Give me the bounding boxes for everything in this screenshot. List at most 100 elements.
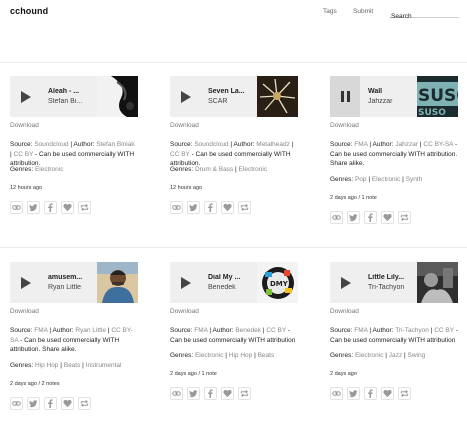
timestamp[interactable]: 12 hours ago: [10, 185, 42, 191]
genre-tag[interactable]: Synth: [406, 176, 423, 183]
nav-tags-link[interactable]: Tags: [323, 8, 337, 15]
reblog-button[interactable]: [398, 387, 411, 400]
track-title[interactable]: Seven La...: [208, 88, 257, 95]
genre-tag[interactable]: Hip Hop: [35, 362, 58, 369]
author-link[interactable]: Ryan Little: [75, 327, 106, 334]
reblog-button[interactable]: [238, 387, 251, 400]
track-artist[interactable]: Benedek: [208, 284, 257, 291]
link-button[interactable]: [10, 396, 23, 410]
genre-tag[interactable]: Electronic: [195, 352, 224, 359]
search-input[interactable]: [389, 10, 459, 23]
author-link[interactable]: Metalheadz: [256, 141, 290, 148]
facebook-button[interactable]: [44, 201, 57, 214]
heart-button[interactable]: [61, 396, 74, 410]
download-link[interactable]: Download: [330, 122, 359, 129]
genre-tag[interactable]: Drum & Bass: [195, 166, 233, 173]
track-artist[interactable]: SCAR: [208, 98, 257, 105]
source-link[interactable]: FMA: [354, 141, 367, 148]
twitter-button[interactable]: [27, 396, 40, 410]
notes-count[interactable]: 2 notes: [42, 381, 60, 387]
timestamp[interactable]: 2 days ago: [10, 381, 37, 387]
nav-submit-link[interactable]: Submit: [353, 8, 373, 15]
heart-button[interactable]: [381, 387, 394, 400]
author-link[interactable]: Benedek: [235, 327, 261, 334]
source-link[interactable]: Soundcloud: [194, 141, 228, 148]
twitter-button[interactable]: [27, 201, 40, 214]
play-button[interactable]: [333, 262, 359, 303]
reblog-button[interactable]: [238, 201, 251, 214]
genre-tag[interactable]: Beats: [64, 362, 81, 369]
facebook-button[interactable]: [364, 210, 377, 224]
link-button[interactable]: [170, 387, 183, 400]
facebook-button[interactable]: [44, 396, 57, 410]
timestamp[interactable]: 2 days ago: [330, 195, 357, 201]
license-link[interactable]: CC BY: [170, 151, 190, 158]
download-link[interactable]: Download: [330, 308, 359, 315]
source-link[interactable]: FMA: [34, 327, 47, 334]
track-title[interactable]: Wall: [368, 88, 417, 95]
track-title[interactable]: Dial My ...: [208, 274, 257, 281]
album-art[interactable]: [417, 262, 458, 303]
track-artist[interactable]: Ryan Little: [48, 284, 97, 291]
link-button[interactable]: [170, 201, 183, 214]
genre-tag[interactable]: Pop: [355, 176, 367, 183]
heart-button[interactable]: [381, 210, 394, 224]
notes-count[interactable]: 1 note: [362, 195, 377, 201]
genre-tag[interactable]: Electronic: [372, 176, 401, 183]
play-button[interactable]: [173, 76, 199, 117]
pause-button[interactable]: [330, 76, 360, 117]
track-title[interactable]: Little Lily...: [368, 274, 417, 281]
source-link[interactable]: FMA: [354, 327, 367, 334]
download-link[interactable]: Download: [10, 122, 39, 129]
genre-tag[interactable]: Beats: [258, 352, 275, 359]
license-link[interactable]: CC BY-SA: [423, 141, 453, 148]
heart-button[interactable]: [61, 201, 74, 214]
heart-button[interactable]: [221, 201, 234, 214]
album-art[interactable]: DMY: [257, 262, 298, 303]
timestamp[interactable]: 12 hours ago: [170, 185, 202, 191]
track-artist[interactable]: Stefan Bi...: [48, 98, 97, 105]
twitter-button[interactable]: [187, 387, 200, 400]
facebook-button[interactable]: [204, 387, 217, 400]
genre-tag[interactable]: Electronic: [239, 166, 268, 173]
license-link[interactable]: CC BY: [434, 327, 454, 334]
album-art[interactable]: SUSO SUSO: [417, 76, 458, 117]
link-button[interactable]: [330, 387, 343, 400]
album-art[interactable]: [257, 76, 298, 117]
genre-tag[interactable]: Jazz: [389, 352, 402, 359]
timestamp[interactable]: 2 days ago: [330, 371, 357, 377]
source-link[interactable]: Soundcloud: [34, 141, 68, 148]
track-title[interactable]: amusem...: [48, 274, 97, 281]
facebook-button[interactable]: [364, 387, 377, 400]
timestamp[interactable]: 2 days ago: [170, 371, 197, 377]
album-art[interactable]: [97, 262, 138, 303]
genre-tag[interactable]: Hip Hop: [229, 352, 252, 359]
play-button[interactable]: [13, 262, 39, 303]
license-link[interactable]: CC BY: [14, 151, 34, 158]
link-button[interactable]: [10, 201, 23, 214]
site-logo[interactable]: cchound: [10, 6, 48, 16]
play-button[interactable]: [173, 262, 199, 303]
facebook-button[interactable]: [204, 201, 217, 214]
reblog-button[interactable]: [398, 210, 411, 224]
track-title[interactable]: Aleah - ...: [48, 88, 97, 95]
heart-button[interactable]: [221, 387, 234, 400]
license-link[interactable]: CC BY: [266, 327, 286, 334]
download-link[interactable]: Download: [170, 308, 199, 315]
author-link[interactable]: Tri-Tachyon: [395, 327, 429, 334]
genre-tag[interactable]: Electronic: [35, 166, 64, 173]
genre-tag[interactable]: Swing: [407, 352, 425, 359]
track-artist[interactable]: Tri-Tachyon: [368, 284, 417, 291]
genre-tag[interactable]: Instrumental: [86, 362, 122, 369]
author-link[interactable]: Jahzzar: [395, 141, 418, 148]
twitter-button[interactable]: [347, 387, 360, 400]
reblog-button[interactable]: [78, 201, 91, 214]
reblog-button[interactable]: [78, 396, 91, 410]
track-artist[interactable]: Jahzzar: [368, 98, 417, 105]
twitter-button[interactable]: [187, 201, 200, 214]
download-link[interactable]: Download: [10, 308, 39, 315]
album-art[interactable]: [97, 76, 138, 117]
play-button[interactable]: [13, 76, 39, 117]
notes-count[interactable]: 1 note: [202, 371, 217, 377]
author-link[interactable]: Stefan Biniak: [96, 141, 134, 148]
